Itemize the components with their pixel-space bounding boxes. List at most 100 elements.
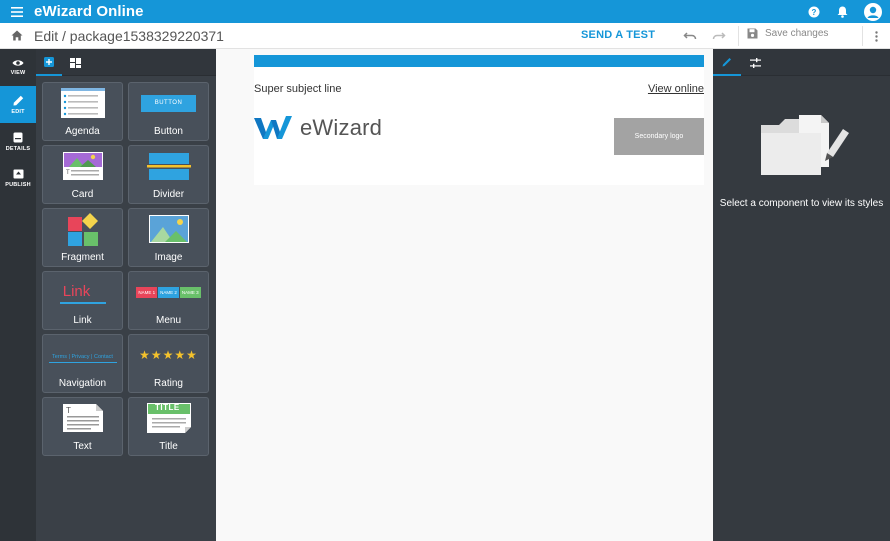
component-tile-button[interactable]: BUTTON Button <box>128 82 209 141</box>
menu-thumbnail-item: NAME 2 <box>158 286 179 298</box>
rail-item-details[interactable]: DETAILS <box>0 123 36 160</box>
secondary-logo-placeholder[interactable]: Secondary logo <box>614 118 704 155</box>
editor-header: Edit / package1538329220371 SEND A TEST … <box>0 23 890 49</box>
view-online-link[interactable]: View online <box>648 83 704 95</box>
header-divider <box>862 26 863 46</box>
svg-text:?: ? <box>812 8 817 17</box>
component-tile-label: Agenda <box>65 126 100 137</box>
component-tile-fragment[interactable]: Fragment <box>42 208 123 267</box>
email-template[interactable]: Super subject line View online eWizard S… <box>254 55 704 185</box>
tab-layouts[interactable] <box>62 49 88 76</box>
top-bar: eWizard Online ? <box>0 0 890 23</box>
component-tile-label: Card <box>71 189 94 200</box>
header-divider <box>738 26 739 46</box>
styles-panel: Select a component to view its styles <box>713 49 890 541</box>
layout-blocks-icon <box>69 57 81 68</box>
redo-icon[interactable] <box>712 29 726 43</box>
component-tile-label: Title <box>159 441 178 452</box>
component-tile-label: Image <box>154 252 183 263</box>
rail-item-edit[interactable]: EDIT <box>0 86 36 123</box>
svg-text:T: T <box>66 170 70 176</box>
save-changes-label: Save changes <box>765 28 829 39</box>
eye-icon <box>12 60 24 66</box>
hamburger-menu-icon[interactable] <box>0 0 34 23</box>
tab-add-components[interactable] <box>36 49 62 76</box>
agenda-thumbnail <box>60 88 105 118</box>
component-tile-divider[interactable]: Divider <box>128 145 209 204</box>
component-tile-text[interactable]: T Text <box>42 397 123 456</box>
add-component-icon <box>44 56 54 67</box>
notifications-bell-icon[interactable] <box>828 0 856 23</box>
button-thumbnail-text: BUTTON <box>154 100 183 106</box>
component-tile-label: Menu <box>155 315 181 326</box>
component-grid: Agenda BUTTON Button T Card Divider Frag… <box>42 82 209 456</box>
breadcrumb: Edit / package1538329220371 <box>34 27 224 44</box>
component-tile-link[interactable]: Link Link <box>42 271 123 330</box>
rail-item-label: VIEW <box>10 70 26 76</box>
components-panel-tabs <box>36 49 216 76</box>
component-tile-label: Divider <box>152 189 185 200</box>
component-tile-card[interactable]: T Card <box>42 145 123 204</box>
home-icon[interactable] <box>0 23 34 49</box>
email-canvas[interactable]: Super subject line View online eWizard S… <box>216 49 713 541</box>
pencil-icon <box>13 95 23 105</box>
sliders-icon <box>749 57 761 68</box>
component-tile-label: Button <box>154 126 183 137</box>
component-tile-label: Navigation <box>58 378 107 389</box>
menu-thumbnail-item: NAME 3 <box>179 286 201 298</box>
component-tile-image[interactable]: Image <box>128 208 209 267</box>
secondary-logo-text: Secondary logo <box>634 133 684 140</box>
help-icon[interactable]: ? <box>800 0 828 23</box>
styles-empty-hint: Select a component to view its styles <box>719 198 884 209</box>
send-test-button[interactable]: SEND A TEST <box>581 29 655 41</box>
component-tile-label: Rating <box>154 378 183 389</box>
email-top-bar[interactable] <box>254 55 704 67</box>
save-floppy-icon <box>747 28 758 39</box>
app-title: eWizard Online <box>34 3 144 20</box>
component-tile-label: Link <box>73 315 92 326</box>
folder-placeholder-icon <box>759 115 851 180</box>
tab-styles[interactable] <box>713 49 741 76</box>
menu-thumbnail-item: NAME 1 <box>136 286 158 298</box>
button-thumbnail: BUTTON <box>141 94 196 112</box>
link-thumbnail-text: Link <box>62 283 91 300</box>
component-tile-navigation[interactable]: Terms | Privacy | Contact Navigation <box>42 334 123 393</box>
account-avatar-icon[interactable] <box>856 0 890 23</box>
details-icon <box>13 132 23 142</box>
save-changes-button[interactable]: Save changes <box>747 28 828 39</box>
image-thumbnail <box>148 215 189 243</box>
email-subject-line[interactable]: Super subject line <box>254 83 341 95</box>
styles-panel-tabs <box>713 49 890 76</box>
brush-icon <box>722 57 731 66</box>
component-tile-label: Fragment <box>61 252 104 263</box>
rail-item-label: PUBLISH <box>5 182 31 188</box>
star-rating-icon: ★★★★★ <box>139 348 198 362</box>
components-panel: Agenda BUTTON Button T Card Divider Frag… <box>36 49 216 541</box>
title-thumbnail-text: TITLE <box>155 403 180 412</box>
publish-icon <box>13 169 23 179</box>
component-tile-rating[interactable]: ★★★★★ Rating <box>128 334 209 393</box>
rail-item-view[interactable]: VIEW <box>0 49 36 86</box>
fragment-thumbnail <box>67 213 98 246</box>
card-thumbnail: T <box>62 152 103 180</box>
svg-text:T: T <box>66 406 71 415</box>
more-options-icon[interactable] <box>871 28 881 44</box>
tab-properties[interactable] <box>741 49 769 76</box>
navigation-underline <box>48 361 117 363</box>
navigation-thumbnail-text: Terms | Privacy | Contact <box>52 353 113 360</box>
component-tile-agenda[interactable]: Agenda <box>42 82 123 141</box>
undo-icon[interactable] <box>683 29 697 43</box>
component-tile-label: Text <box>73 441 92 452</box>
rail-item-label: DETAILS <box>5 145 31 152</box>
logo-wordmark: eWizard <box>300 115 383 140</box>
component-tile-title[interactable]: TITLE Title <box>128 397 209 456</box>
divider-thumbnail <box>146 153 191 180</box>
component-tile-menu[interactable]: NAME 1 NAME 2 NAME 3 Menu <box>128 271 209 330</box>
rail-item-publish[interactable]: PUBLISH <box>0 160 36 197</box>
left-nav-rail: VIEW EDIT DETAILS PUBLISH <box>0 49 36 541</box>
ewizard-w-logo-icon <box>254 116 292 139</box>
text-thumbnail: T <box>62 404 103 432</box>
rail-item-label: EDIT <box>11 108 25 115</box>
ewizard-logo[interactable]: eWizard <box>254 115 382 141</box>
link-underline <box>59 302 106 304</box>
